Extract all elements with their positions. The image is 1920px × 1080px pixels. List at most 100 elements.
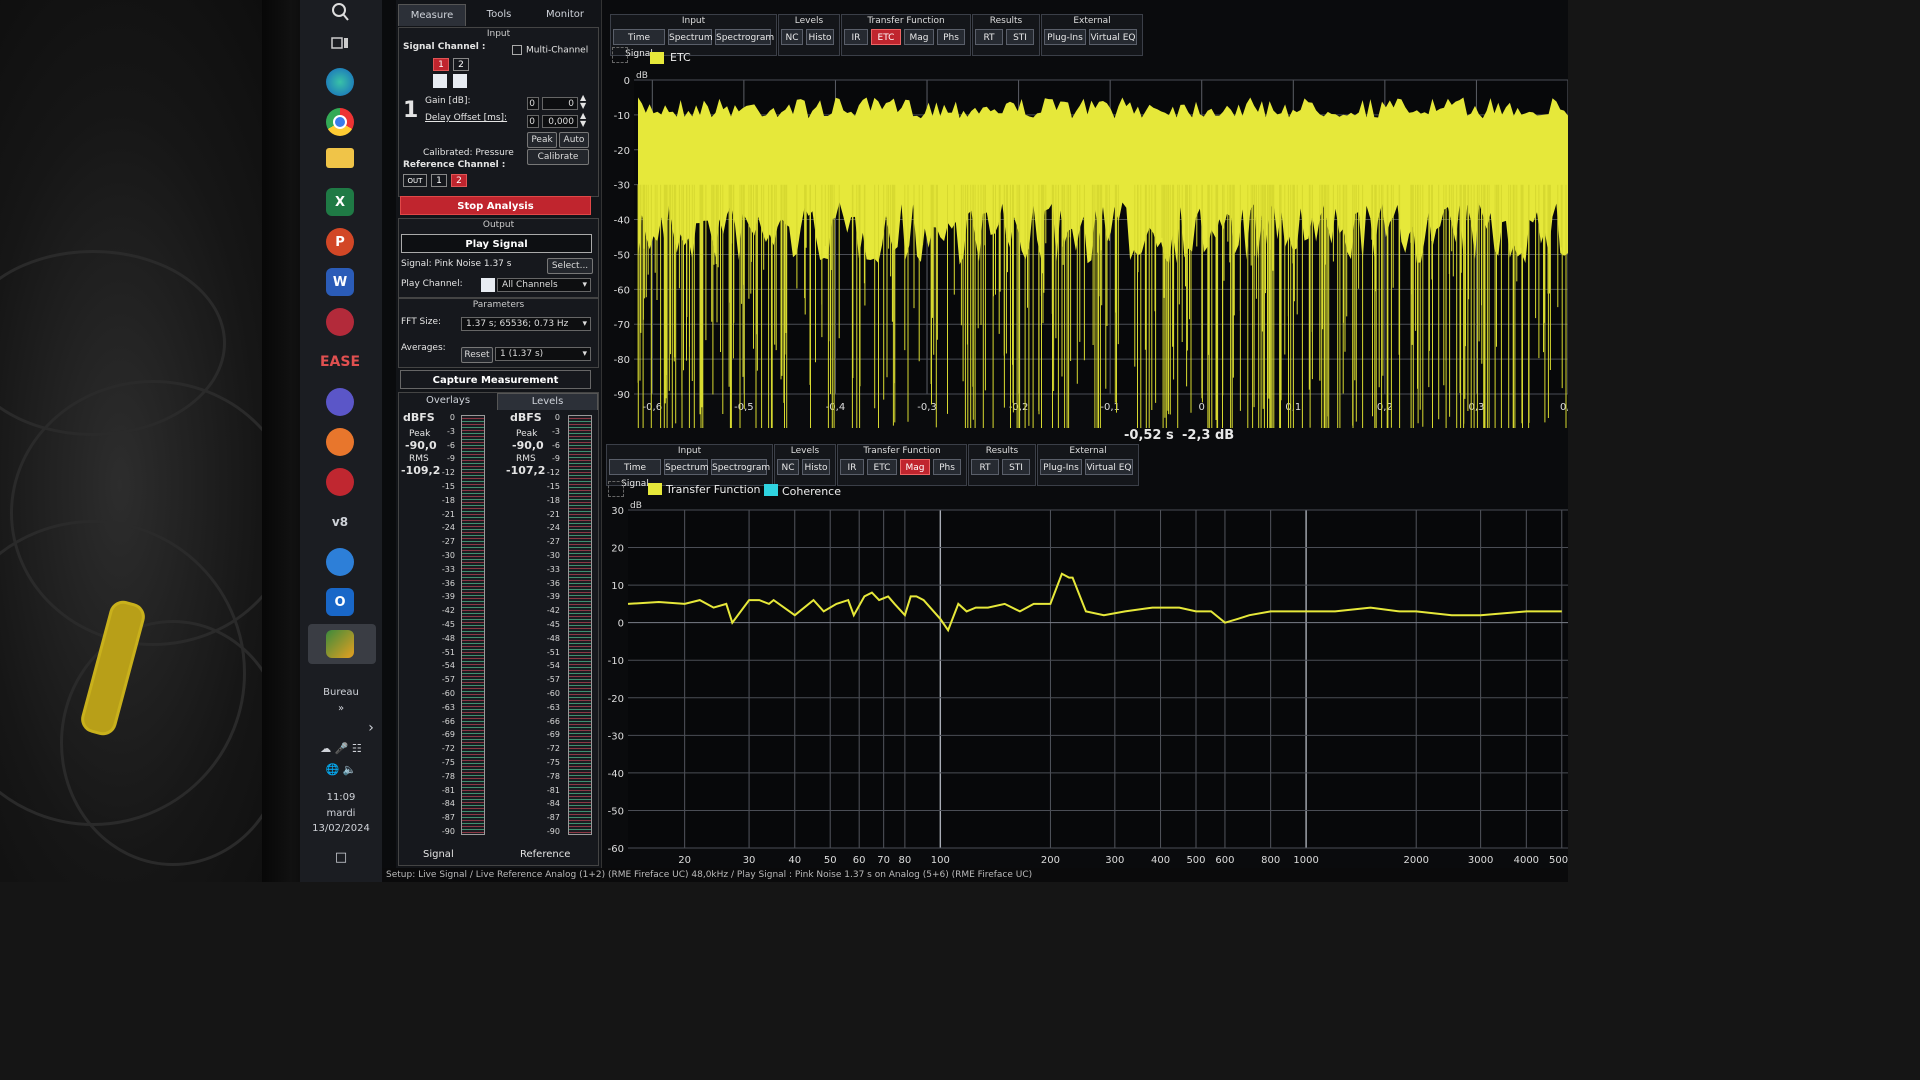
meter-scale-tick: -75 xyxy=(546,758,560,767)
toolbar-button-nc[interactable]: NC xyxy=(781,29,803,45)
multichannel-checkbox[interactable]: Multi-Channel xyxy=(512,45,588,56)
toolbar-button-rt[interactable]: RT xyxy=(975,29,1003,45)
file-explorer-icon[interactable] xyxy=(326,148,354,168)
toolbar-button-time-signal[interactable]: Time Signal xyxy=(609,459,661,489)
signal-channel-2-button[interactable]: 2 xyxy=(453,58,469,71)
toolbar-button-spectrogram[interactable]: Spectrogram xyxy=(715,29,774,45)
play-signal-button[interactable]: Play Signal xyxy=(401,234,592,253)
toolbar-button-nc[interactable]: NC xyxy=(777,459,799,475)
toolbar-button-histo[interactable]: Histo xyxy=(806,29,834,45)
auto-button[interactable]: Auto xyxy=(559,132,589,148)
clock-time[interactable]: 11:09 xyxy=(300,792,382,803)
ref-channel-1-button[interactable]: 1 xyxy=(431,174,447,187)
capture-measurement-button[interactable]: Capture Measurement xyxy=(400,370,591,389)
toolbar-button-spectrum[interactable]: Spectrum xyxy=(664,459,709,475)
delay-value-field[interactable]: 0,000 xyxy=(542,115,578,128)
desktop-label[interactable]: Bureau xyxy=(300,687,382,698)
toolbar-button-spectrogram[interactable]: Spectrogram xyxy=(711,459,770,475)
meter-scale-tick: -69 xyxy=(546,730,560,740)
settings-icon[interactable] xyxy=(612,47,628,63)
tab-monitor[interactable]: Monitor xyxy=(532,4,598,26)
ref-channel-2-button[interactable]: 2 xyxy=(451,174,467,187)
notification-icon[interactable]: □ xyxy=(300,850,382,865)
toolbar-button-mag[interactable]: Mag xyxy=(900,459,930,475)
ref-out-button[interactable]: OUT xyxy=(403,174,427,187)
toolbar-button-ir[interactable]: IR xyxy=(844,29,868,45)
chrome-icon[interactable] xyxy=(326,108,354,136)
tab-levels[interactable]: Levels xyxy=(497,393,598,410)
meter-scale-tick: -48 xyxy=(546,633,560,643)
ease-icon[interactable]: EASE xyxy=(320,348,360,376)
toolbar-button-time-signal[interactable]: Time Signal xyxy=(613,29,665,59)
toolbar-button-etc[interactable]: ETC xyxy=(867,459,897,475)
app-icon[interactable] xyxy=(326,428,354,456)
app-icon[interactable] xyxy=(326,548,354,576)
tab-overlays[interactable]: Overlays xyxy=(399,393,497,409)
toolbar-button-sti[interactable]: STI xyxy=(1002,459,1030,475)
select-button[interactable]: Select... xyxy=(547,258,593,274)
toolbar-button-virtual-eq[interactable]: Virtual EQ xyxy=(1085,459,1133,475)
app-icon[interactable] xyxy=(326,388,354,416)
toolbar-button-virtual-eq[interactable]: Virtual EQ xyxy=(1089,29,1137,45)
task-view-icon[interactable] xyxy=(326,30,354,58)
edge-icon[interactable] xyxy=(326,68,354,96)
top-plot-toolbar: Input Time Signal Spectrum Spectrogram Level… xyxy=(610,14,1170,59)
toolbar-button-spectrum[interactable]: Spectrum xyxy=(668,29,713,45)
tray-icons[interactable]: ☁ 🎤 ☷ xyxy=(300,742,382,755)
toolbar-button-histo[interactable]: Histo xyxy=(802,459,830,475)
delay-field[interactable]: 0 xyxy=(527,115,539,128)
toolbar-button-phs[interactable]: Phs xyxy=(933,459,961,475)
search-icon[interactable] xyxy=(326,0,354,26)
transfer-function-plot[interactable]: 20 30 40 50 60 70 80 100 200 300 400 500 600 800 1000 2… xyxy=(608,496,1568,868)
toolbar-group-title: Transfer Function xyxy=(867,16,945,26)
input-section: Input Signal Channel : Multi-Channel 1 2… xyxy=(398,27,599,197)
meter-scale-tick: -66 xyxy=(441,716,455,726)
toolbar-button-etc[interactable]: ETC xyxy=(871,29,901,45)
transfer-function-legend-swatch[interactable] xyxy=(648,483,662,495)
gain-field[interactable]: 0 xyxy=(527,97,539,110)
gain-value-field[interactable]: 0 xyxy=(542,97,578,110)
toolbar-button-plug-ins[interactable]: Plug-Ins xyxy=(1040,459,1082,475)
transfer-function-legend-label[interactable]: Transfer Function xyxy=(666,483,761,496)
coherence-legend-swatch[interactable] xyxy=(764,484,778,496)
signal-channel-1-button[interactable]: 1 xyxy=(433,58,449,71)
signal-channel-label: Signal Channel : xyxy=(403,42,486,52)
word-icon[interactable]: W xyxy=(326,268,354,296)
tab-measure[interactable]: Measure xyxy=(398,4,466,26)
signal-meter-scale: 0 -3 -6 -9 -12 -15 -18 -21 -24 -27 -30 -33 -36 -39 -42… xyxy=(429,413,459,836)
tab-tools[interactable]: Tools xyxy=(466,4,532,26)
toolbar-button-phs[interactable]: Phs xyxy=(937,29,965,45)
powerpoint-icon[interactable]: P xyxy=(326,228,354,256)
stepper-icon[interactable]: ▲ ▼ xyxy=(580,112,586,128)
app-icon[interactable] xyxy=(326,308,354,336)
v8-icon[interactable]: v8 xyxy=(326,508,354,536)
calibrate-button[interactable]: Calibrate xyxy=(527,149,589,165)
meter-scale-tick: -63 xyxy=(546,702,560,712)
y-tick-label: -10 xyxy=(614,111,630,122)
toolbar-button-ir[interactable]: IR xyxy=(840,459,864,475)
stop-analysis-button[interactable]: Stop Analysis xyxy=(400,196,591,215)
stepper-icon[interactable]: ▲ ▼ xyxy=(580,94,586,110)
chevron-down-icon[interactable]: » xyxy=(300,703,382,714)
wifi-app-icon[interactable] xyxy=(326,468,354,496)
tray-network-volume[interactable]: 🌐 🔈 xyxy=(300,763,382,776)
excel-icon[interactable]: X xyxy=(326,188,354,216)
toolbar-button-sti[interactable]: STI xyxy=(1006,29,1034,45)
toolbar-button-mag[interactable]: Mag xyxy=(904,29,934,45)
toolbar-button-plug-ins[interactable]: Plug-Ins xyxy=(1044,29,1086,45)
y-tick-label: 30 xyxy=(611,506,624,517)
reset-button[interactable]: Reset xyxy=(461,347,493,363)
etc-plot[interactable]: -0,6-0,5-0,4-0,3-0,2-0,100,10,20,30,40-1… xyxy=(612,62,1568,428)
meter-scale-tick: -39 xyxy=(441,592,455,602)
play-channel-swatch xyxy=(481,278,495,292)
fft-size-dropdown[interactable]: 1.37 s; 65536; 0.73 Hz xyxy=(461,317,591,331)
peak-button[interactable]: Peak xyxy=(527,132,557,148)
averages-dropdown[interactable]: 1 (1.37 s) xyxy=(495,347,591,361)
play-channel-dropdown[interactable]: All Channels xyxy=(497,278,591,292)
parameters-section: Parameters FFT Size: 1.37 s; 65536; 0.73… xyxy=(398,298,599,368)
settings-icon[interactable] xyxy=(608,481,624,497)
toolbar-button-rt[interactable]: RT xyxy=(971,459,999,475)
meter-scale-tick: -72 xyxy=(546,744,560,754)
smaart-icon[interactable] xyxy=(326,630,354,658)
outlook-icon[interactable]: O xyxy=(326,588,354,616)
